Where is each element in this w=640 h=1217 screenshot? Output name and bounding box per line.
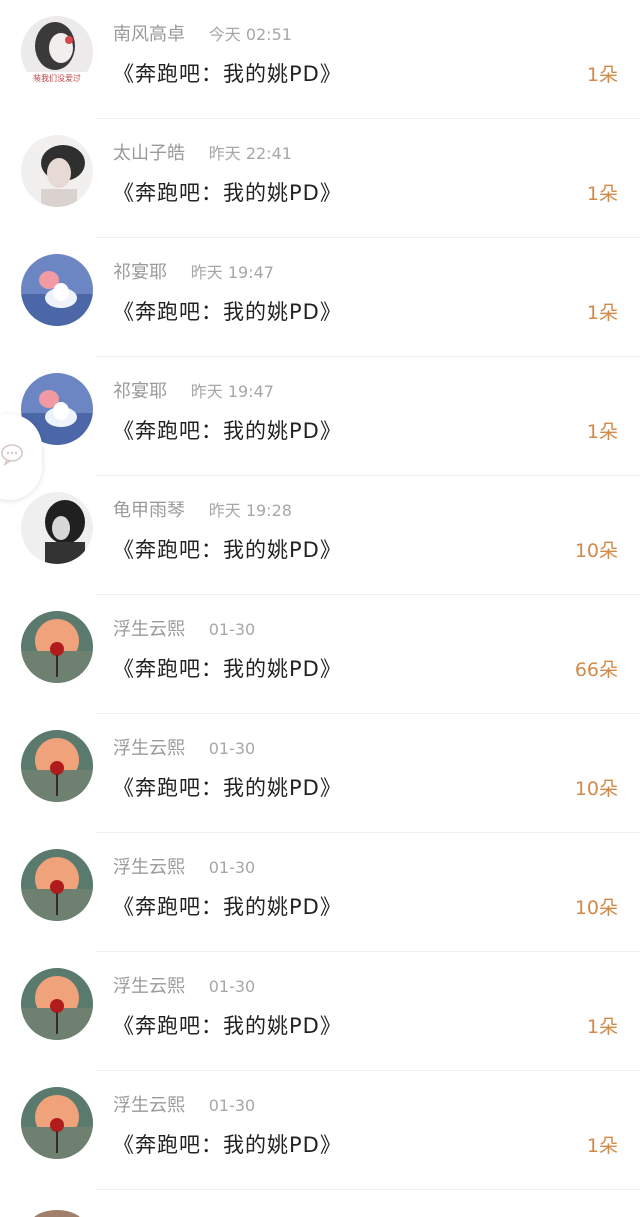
list-item[interactable]: 浮生云熙 01-30 《奔跑吧：我的姚PD》 1朵 [0,1071,640,1190]
avatar-caption: 装我们没爱过 [33,74,81,83]
timestamp: 01-30 [208,977,256,996]
work-title[interactable]: 《奔跑吧：我的姚PD》 [113,772,342,802]
item-meta: 浮生云熙 01-30 [113,972,255,998]
work-title[interactable]: 《奔跑吧：我的姚PD》 [113,415,342,445]
avatar[interactable] [21,492,93,564]
flower-count: 10朵 [574,778,618,800]
list-item[interactable]: 祁宴耶 昨天 19:47 《奔跑吧：我的姚PD》 1朵 [0,357,640,476]
avatar[interactable] [30,1210,84,1217]
list-item[interactable]: 浮生云熙 01-30 《奔跑吧：我的姚PD》 1朵 [0,952,640,1071]
list-item[interactable]: 太山子皓 昨天 22:41 《奔跑吧：我的姚PD》 1朵 [0,119,640,238]
user-name[interactable]: 南风高卓 [113,24,185,45]
avatar[interactable] [21,135,93,207]
user-name[interactable]: 浮生云熙 [113,619,185,640]
avatar[interactable] [21,968,93,1040]
timestamp: 01-30 [208,1096,256,1115]
flower-count: 1朵 [586,1135,618,1157]
avatar[interactable] [21,730,93,802]
flower-count: 1朵 [586,302,618,324]
work-title[interactable]: 《奔跑吧：我的姚PD》 [113,653,342,683]
flower-count: 1朵 [586,1016,618,1038]
list-item[interactable]: 祁宴耶 昨天 19:47 《奔跑吧：我的姚PD》 1朵 [0,238,640,357]
item-meta: 浮生云熙 01-30 [113,615,255,641]
list-item[interactable]: 龟甲雨琴 昨天 19:28 《奔跑吧：我的姚PD》 10朵 [0,476,640,595]
timestamp: 01-30 [208,620,256,639]
chat-bubble-icon [1,444,23,466]
flower-count: 1朵 [586,183,618,205]
flower-count: 1朵 [586,64,618,86]
timestamp: 昨天 19:28 [208,501,292,520]
avatar[interactable] [21,611,93,683]
timestamp: 昨天 22:41 [208,144,292,163]
work-title[interactable]: 《奔跑吧：我的姚PD》 [113,296,342,326]
divider [95,1189,640,1190]
flower-count: 10朵 [574,897,618,919]
list-item[interactable]: 浮生云熙 01-30 《奔跑吧：我的姚PD》 66朵 [0,595,640,714]
flower-count: 66朵 [574,659,618,681]
user-name[interactable]: 祁宴耶 [113,262,167,283]
item-meta: 浮生云熙 01-30 [113,1091,255,1117]
user-name[interactable]: 浮生云熙 [113,1095,185,1116]
timestamp: 01-30 [208,739,256,758]
work-title[interactable]: 《奔跑吧：我的姚PD》 [113,58,342,88]
list-item[interactable]: 浮生云熙 01-30 《奔跑吧：我的姚PD》 10朵 [0,833,640,952]
flower-count: 1朵 [586,421,618,443]
user-name[interactable]: 太山子皓 [113,143,185,164]
user-name[interactable]: 浮生云熙 [113,976,185,997]
item-meta: 祁宴耶 昨天 19:47 [113,258,274,284]
user-name[interactable]: 龟甲雨琴 [113,500,185,521]
avatar[interactable] [21,254,93,326]
timestamp: 昨天 19:47 [190,263,274,282]
gift-record-list: 装我们没爱过 南风高卓 今天 02:51 《奔跑吧：我的姚PD》 1朵 太山子皓… [0,0,640,1217]
work-title[interactable]: 《奔跑吧：我的姚PD》 [113,534,342,564]
work-title[interactable]: 《奔跑吧：我的姚PD》 [113,891,342,921]
item-meta: 祁宴耶 昨天 19:47 [113,377,274,403]
timestamp: 昨天 19:47 [190,382,274,401]
avatar[interactable] [21,849,93,921]
user-name[interactable]: 浮生云熙 [113,857,185,878]
user-name[interactable]: 祁宴耶 [113,381,167,402]
item-meta: 南风高卓 今天 02:51 [113,20,292,46]
item-meta: 浮生云熙 01-30 [113,734,255,760]
work-title[interactable]: 《奔跑吧：我的姚PD》 [113,1129,342,1159]
list-item[interactable]: 装我们没爱过 南风高卓 今天 02:51 《奔跑吧：我的姚PD》 1朵 [0,0,640,119]
timestamp: 今天 02:51 [208,25,292,44]
user-name[interactable]: 浮生云熙 [113,738,185,759]
work-title[interactable]: 《奔跑吧：我的姚PD》 [113,177,342,207]
item-meta: 浮生云熙 01-30 [113,853,255,879]
avatar[interactable]: 装我们没爱过 [21,16,93,88]
avatar[interactable] [21,1087,93,1159]
item-meta: 太山子皓 昨天 22:41 [113,139,292,165]
timestamp: 01-30 [208,858,256,877]
work-title[interactable]: 《奔跑吧：我的姚PD》 [113,1010,342,1040]
flower-count: 10朵 [574,540,618,562]
list-item[interactable]: 浮生云熙 01-30 《奔跑吧：我的姚PD》 10朵 [0,714,640,833]
item-meta: 龟甲雨琴 昨天 19:28 [113,496,292,522]
